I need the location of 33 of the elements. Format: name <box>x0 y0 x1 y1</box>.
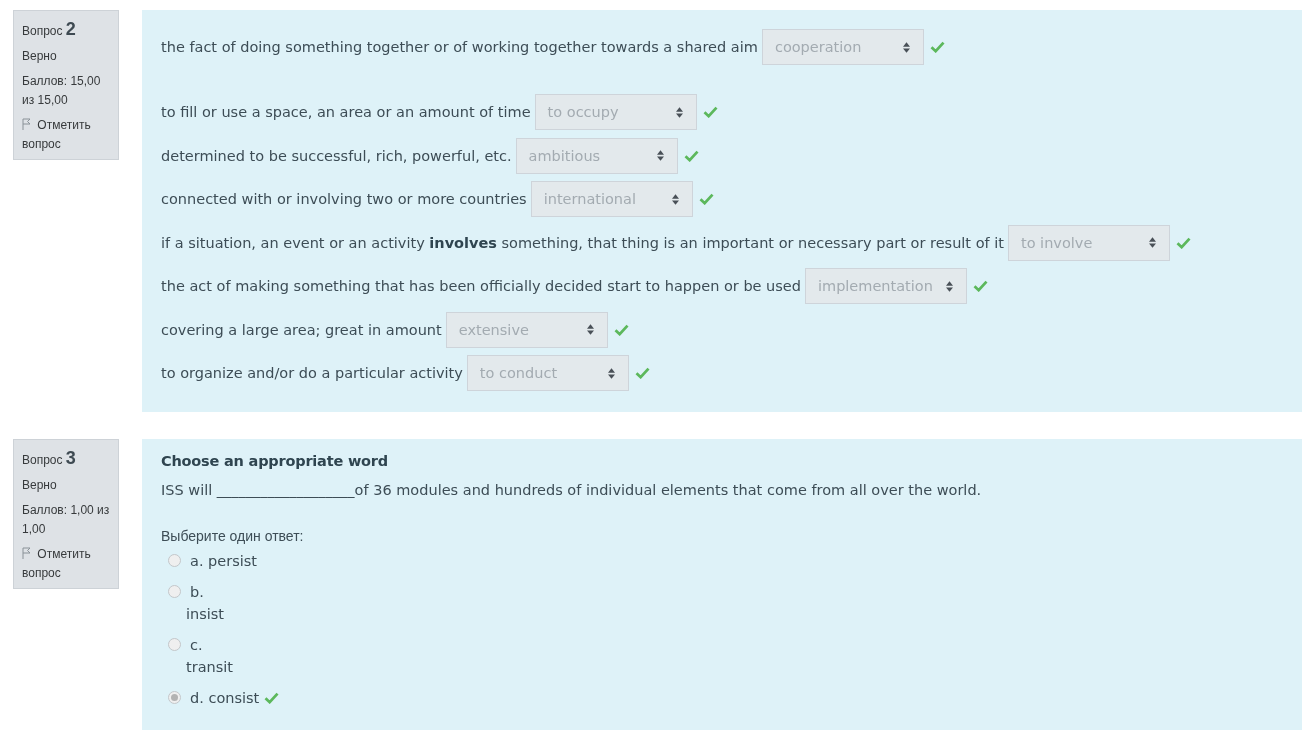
prompt-text: covering a large area; great in amount <box>161 321 442 338</box>
caret-icon <box>675 106 683 118</box>
prompt-text: the fact of doing something together or of working together towards a shared aim <box>161 39 758 55</box>
option-letter: c. <box>190 636 203 655</box>
question-grade: Баллов: 1,00 из 1,00 <box>22 502 111 538</box>
answer-prompt: Выберите один ответ: <box>161 527 305 546</box>
prompt-text: determined to be successful, rich, powerful, etc. <box>161 147 512 164</box>
prompt-text: connected with or involving two or more countries <box>161 191 527 207</box>
prompt-text: if a situation, an event or an activity involves something, that thing is an important or necessary part or result of it <box>161 234 1004 251</box>
question-title: Choose an appropriate word <box>161 452 389 471</box>
flag-icon <box>22 118 32 130</box>
caret-icon <box>946 280 953 292</box>
question-number: Вопрос 3 <box>22 448 77 470</box>
flag-icon <box>22 547 32 559</box>
prompt-text: the act of making something that has been officially decided start to happen or be used <box>161 278 801 294</box>
prompt-text: to organize and/or do a particular activity <box>161 365 463 381</box>
caret-icon <box>656 150 664 161</box>
caret-icon <box>902 41 910 53</box>
question-state: Верно <box>22 477 58 494</box>
question-state: Верно <box>22 48 58 65</box>
option-letter: b. <box>190 583 204 602</box>
question-grade: Баллов: 15,00 из 15,00 <box>22 73 102 109</box>
caret-icon <box>1148 237 1156 248</box>
question-number: Вопрос 2 <box>22 19 77 41</box>
caret-icon <box>671 193 679 205</box>
option-label: a. persist <box>190 552 257 571</box>
option-label: d. consist <box>190 689 260 708</box>
option-text: insist <box>186 605 225 624</box>
question-text: ISS will ___________________of 36 modules and hundreds of individual elements that come from all over the world. <box>161 481 983 500</box>
caret-icon <box>586 324 594 335</box>
option-text: transit <box>186 658 233 677</box>
caret-icon <box>607 367 615 379</box>
prompt-text: to fill or use a space, an area or an amount of time <box>161 104 531 120</box>
